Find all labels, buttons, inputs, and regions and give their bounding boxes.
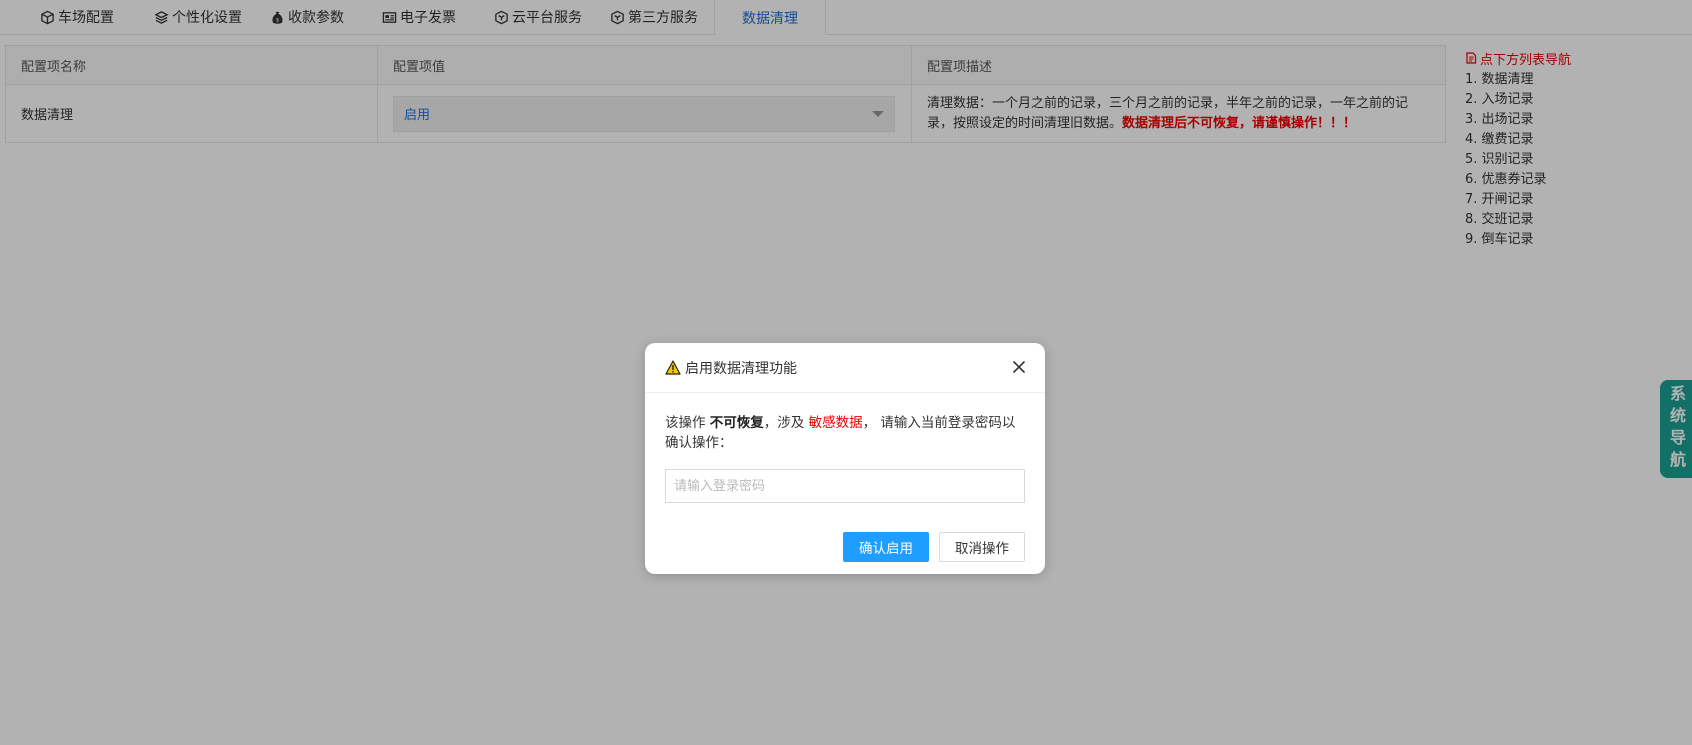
warning-icon (665, 360, 681, 375)
confirm-button[interactable]: 确认启用 (843, 532, 929, 562)
close-icon[interactable] (1009, 357, 1029, 377)
dialog-footer: 确认启用 取消操作 (843, 532, 1025, 562)
cancel-button[interactable]: 取消操作 (939, 532, 1025, 562)
dialog-message: 该操作 不可恢复，涉及 敏感数据， 请输入当前登录密码以确认操作： (665, 415, 1016, 451)
dialog-body: 该操作 不可恢复，涉及 敏感数据， 请输入当前登录密码以确认操作： (645, 393, 1045, 503)
page: 车场配置 个性化设置 $ 收款参数 电子发票 云平台服务 第三方服务 数据清理 (0, 0, 1692, 745)
dialog-title: 启用数据清理功能 (685, 360, 797, 377)
dialog-header: 启用数据清理功能 (645, 343, 1045, 393)
confirm-dialog: 启用数据清理功能 该操作 不可恢复，涉及 敏感数据， 请输入当前登录密码以确认操… (645, 343, 1045, 574)
password-input[interactable] (665, 469, 1025, 503)
